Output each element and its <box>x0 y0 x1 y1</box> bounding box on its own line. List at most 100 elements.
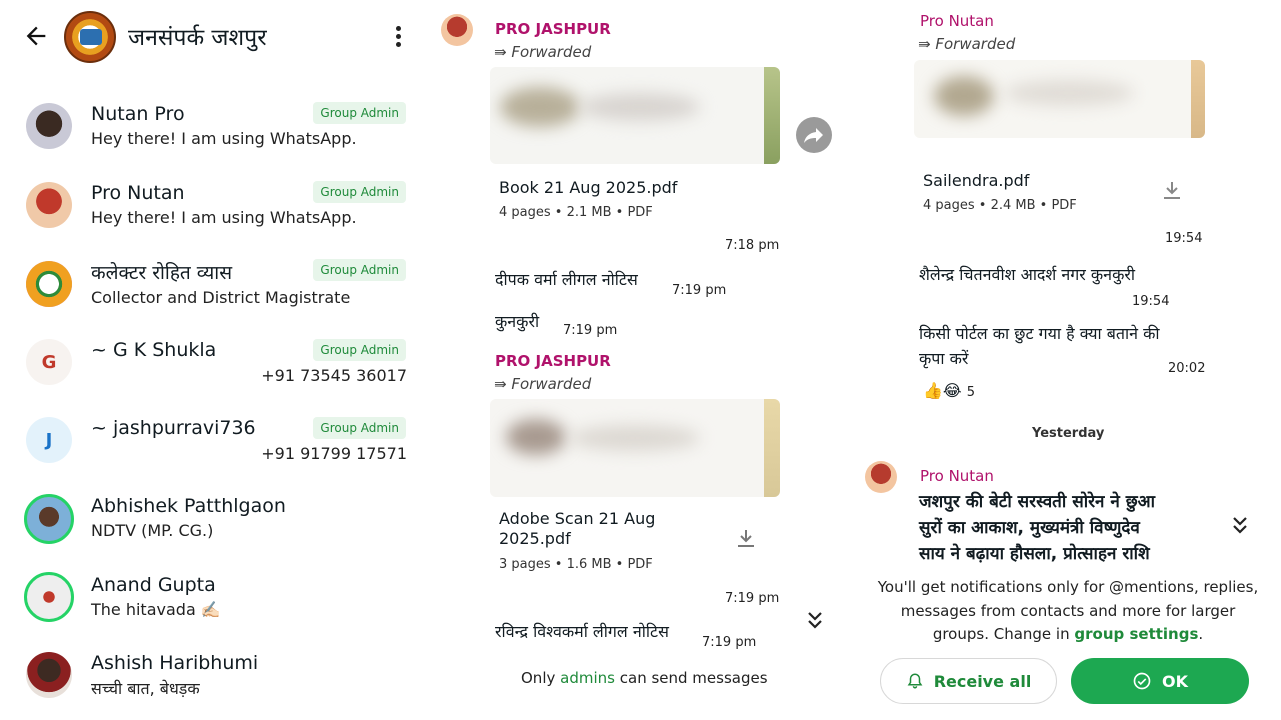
member-row[interactable]: Nutan Pro Group Admin Hey there! I am us… <box>0 96 430 166</box>
forwarded-text: Forwarded <box>935 35 1016 53</box>
pdf-thumbnail[interactable] <box>490 399 780 497</box>
avatar <box>26 182 72 228</box>
admins-link[interactable]: admins <box>560 669 615 687</box>
group-members-panel: जनसंपर्क जशपुर Nutan Pro Group Admin Hey… <box>0 0 430 720</box>
scroll-down-chevron-icon[interactable] <box>1231 515 1249 537</box>
member-about: Hey there! I am using WhatsApp. <box>91 208 357 227</box>
message-text-line2[interactable]: सुरों का आकाश, मुख्यमंत्री विष्णुदेव <box>919 515 1140 541</box>
group-admin-badge: Group Admin <box>313 339 406 361</box>
top-bar: जनसंपर्क जशपुर <box>0 0 430 72</box>
pdf-thumbnail[interactable] <box>490 67 780 164</box>
back-arrow-icon[interactable] <box>22 22 50 50</box>
message-text-line3[interactable]: साय ने बढ़ाया हौसला, प्रोत्साहन राशि <box>919 541 1150 567</box>
message-text[interactable]: दीपक वर्मा लीगल नोटिस <box>495 268 638 290</box>
group-admin-badge: Group Admin <box>313 102 406 124</box>
note-suffix: can send messages <box>619 669 768 687</box>
message-time: 7:19 pm <box>672 283 727 298</box>
chat-panel-2: Pro Nutan ⇛ Forwarded Sailendra.pdf 4 pa… <box>850 0 1281 720</box>
member-row[interactable]: G ~ G K Shukla Group Admin +91 73545 360… <box>0 335 430 405</box>
scroll-down-chevron-icon[interactable] <box>806 610 824 632</box>
sender-name[interactable]: PRO JASHPUR <box>495 20 611 38</box>
avatar <box>26 652 72 698</box>
admins-only-note: Only admins can send messages <box>521 669 768 687</box>
avatar <box>24 494 74 544</box>
message-text-line2[interactable]: कृपा करें <box>919 347 968 369</box>
file-name-line2[interactable]: 2025.pdf <box>499 529 571 548</box>
check-circle-icon <box>1133 672 1151 690</box>
member-row[interactable]: Abhishek Patthlgaon NDTV (MP. CG.) <box>0 490 430 560</box>
message-time: 7:19 pm <box>563 323 618 338</box>
member-row[interactable]: J ~ jashpurravi736 Group Admin +91 91799… <box>0 413 430 483</box>
forward-icon <box>804 128 823 143</box>
member-about: NDTV (MP. CG.) <box>91 521 214 540</box>
ok-button[interactable]: OK <box>1071 658 1249 704</box>
member-name: Ashish Haribhumi <box>91 652 259 674</box>
message-text[interactable]: रविन्द्र विश्वकर्मा लीगल नोटिस <box>495 620 669 642</box>
download-icon[interactable] <box>1160 179 1184 203</box>
group-avatar[interactable] <box>64 11 116 63</box>
receive-all-button[interactable]: Receive all <box>880 658 1057 704</box>
forwarded-icon: ⇛ <box>918 35 931 53</box>
reaction-count: 5 <box>966 385 975 400</box>
file-name[interactable]: Sailendra.pdf <box>923 171 1029 190</box>
notice-line2: messages from contacts and more for larg… <box>900 601 1236 620</box>
member-about: The hitavada ✍🏻 <box>91 600 221 619</box>
sender-avatar[interactable] <box>865 461 897 493</box>
member-phone: +91 73545 36017 <box>261 366 407 385</box>
avatar <box>24 572 74 622</box>
avatar: J <box>26 417 72 463</box>
member-name: Nutan Pro <box>91 103 185 125</box>
reaction-emojis: 👍😂 <box>923 381 962 400</box>
member-name: ~ G K Shukla <box>91 339 217 361</box>
pdf-thumbnail[interactable] <box>914 60 1205 138</box>
forward-button[interactable] <box>796 117 832 153</box>
member-row[interactable]: Pro Nutan Group Admin Hey there! I am us… <box>0 175 430 245</box>
message-text-line1[interactable]: जशपुर की बेटी सरस्वती सोरेन ने छुआ <box>919 489 1155 515</box>
notification-notice: You'll get notifications only for @menti… <box>870 576 1266 647</box>
message-time: 20:02 <box>1168 361 1206 376</box>
member-name: Pro Nutan <box>91 182 185 204</box>
avatar: G <box>26 339 72 385</box>
notice-line3-suffix: . <box>1198 625 1204 643</box>
sender-name[interactable]: Pro Nutan <box>920 12 994 30</box>
ok-label: OK <box>1162 671 1188 691</box>
message-text[interactable]: शैलेन्द्र चितनवीश आदर्श नगर कुनकुरी <box>919 263 1135 285</box>
bell-icon <box>907 673 923 689</box>
notice-line1: You'll get notifications only for @menti… <box>877 578 1259 596</box>
receive-all-label: Receive all <box>933 671 1032 691</box>
member-about: सच्ची बात, बेधड़क <box>91 679 200 698</box>
forwarded-text: Forwarded <box>511 375 592 393</box>
message-time: 7:19 pm <box>702 635 757 650</box>
date-separator: Yesterday <box>1032 426 1105 441</box>
message-time: 7:18 pm <box>725 238 780 253</box>
member-row[interactable]: कलेक्टर रोहित व्यास Group Admin Collecto… <box>0 254 430 324</box>
file-name[interactable]: Book 21 Aug 2025.pdf <box>499 178 677 197</box>
group-admin-badge: Group Admin <box>313 417 406 439</box>
avatar <box>26 103 72 149</box>
message-text[interactable]: कुनकुरी <box>495 310 539 332</box>
download-icon[interactable] <box>734 527 758 551</box>
chat-panel-1: PRO JASHPUR ⇛ Forwarded Book 21 Aug 2025… <box>430 0 850 720</box>
file-meta: 4 pages • 2.1 MB • PDF <box>499 205 653 220</box>
more-options-icon[interactable] <box>392 24 404 50</box>
file-name-line1[interactable]: Adobe Scan 21 Aug <box>499 509 655 528</box>
sender-avatar[interactable] <box>441 14 473 46</box>
note-prefix: Only <box>521 669 556 687</box>
message-text-line1[interactable]: किसी पोर्टल का छुट गया है क्या बताने की <box>919 322 1160 344</box>
forwarded-label: ⇛ Forwarded <box>494 375 591 393</box>
reactions[interactable]: 👍😂 5 <box>923 381 975 400</box>
member-name: Anand Gupta <box>91 574 216 596</box>
sender-name[interactable]: Pro Nutan <box>920 467 994 485</box>
file-meta: 4 pages • 2.4 MB • PDF <box>923 198 1077 213</box>
member-about: Hey there! I am using WhatsApp. <box>91 129 357 148</box>
avatar <box>26 261 72 307</box>
member-row[interactable]: Anand Gupta The hitavada ✍🏻 <box>0 569 430 639</box>
group-title[interactable]: जनसंपर्क जशपुर <box>128 20 267 52</box>
sender-name[interactable]: PRO JASHPUR <box>495 352 611 370</box>
file-meta: 3 pages • 1.6 MB • PDF <box>499 557 653 572</box>
group-admin-badge: Group Admin <box>313 259 406 281</box>
forwarded-label: ⇛ Forwarded <box>918 35 1015 53</box>
group-settings-link[interactable]: group settings <box>1074 625 1198 643</box>
forwarded-label: ⇛ Forwarded <box>494 43 591 61</box>
member-row[interactable]: Ashish Haribhumi सच्ची बात, बेधड़क <box>0 647 430 717</box>
